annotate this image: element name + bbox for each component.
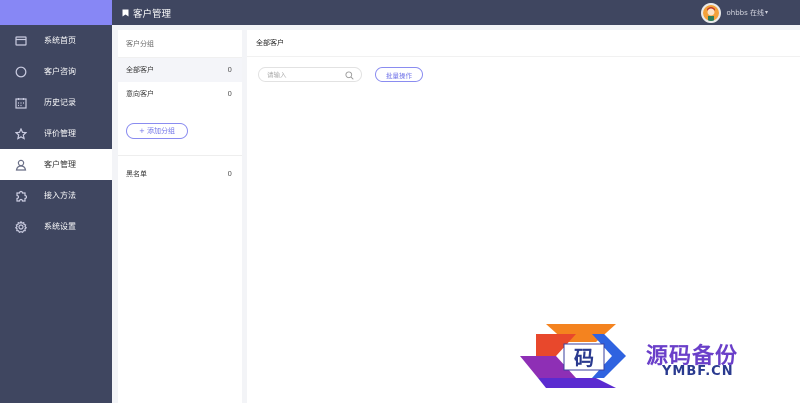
sidebar-item-home[interactable]: 系统首页: [0, 25, 112, 56]
user-menu[interactable]: ohbbs 在线 ▾: [700, 2, 768, 23]
gear-icon: [14, 220, 28, 234]
search-input[interactable]: [267, 70, 337, 79]
watermark-logo: 码 源码备份 YMBF.CN: [516, 320, 776, 392]
sidebar-item-label: 系统设置: [44, 222, 76, 231]
user-icon: [14, 158, 28, 172]
top-bar: 客户管理 ohbbs 在线 ▾: [112, 0, 800, 25]
bookmark-icon: [122, 9, 129, 16]
user-name: ohbbs 在线: [726, 8, 764, 17]
sidebar-item-consult[interactable]: 客户咨询: [0, 56, 112, 87]
sidebar-item-label: 评价管理: [44, 129, 76, 138]
group-count: 0: [227, 66, 232, 74]
group-name: 黑名单: [126, 170, 147, 178]
sidebar-item-label: 客户咨询: [44, 67, 76, 76]
sidebar-item-label: 客户管理: [44, 160, 76, 169]
sidebar: 系统首页 客户咨询 历史记录 评价管理 客户管理 接入方法 系统设置: [0, 0, 112, 403]
group-count: 0: [227, 170, 232, 178]
avatar[interactable]: [700, 2, 721, 23]
sidebar-item-label: 历史记录: [44, 98, 76, 107]
customer-group-panel: 客户分组 全部客户 0 意向客户 0 + 添加分组 黑名单 0: [118, 30, 242, 403]
group-item-blacklist[interactable]: 黑名单 0: [118, 162, 242, 186]
page-title: 客户管理: [133, 8, 172, 20]
watermark-emblem: 码: [520, 324, 626, 388]
search-box: [258, 67, 362, 82]
group-count: 0: [227, 90, 232, 98]
sidebar-brand: [0, 0, 112, 25]
toolbar: 批量操作: [258, 67, 800, 82]
window-icon: [14, 34, 28, 48]
sidebar-item-customers[interactable]: 客户管理: [0, 149, 112, 180]
sidebar-item-label: 系统首页: [44, 36, 76, 45]
calendar-icon: [14, 96, 28, 110]
chat-circle-icon: [14, 65, 28, 79]
group-name: 全部客户: [126, 66, 154, 74]
group-name: 意向客户: [126, 90, 154, 98]
chevron-down-icon: ▾: [764, 9, 768, 16]
add-group-section: + 添加分组: [118, 106, 242, 156]
sidebar-item-integration[interactable]: 接入方法: [0, 180, 112, 211]
sidebar-item-history[interactable]: 历史记录: [0, 87, 112, 118]
sidebar-item-reviews[interactable]: 评价管理: [0, 118, 112, 149]
watermark-domain: YMBF.CN: [662, 364, 734, 379]
group-panel-title: 客户分组: [118, 30, 242, 58]
group-item-all[interactable]: 全部客户 0: [118, 58, 242, 82]
star-icon: [14, 127, 28, 141]
sidebar-item-label: 接入方法: [44, 191, 76, 200]
puzzle-icon: [14, 189, 28, 203]
avatar-image: [702, 4, 719, 21]
batch-action-button[interactable]: 批量操作: [375, 67, 423, 82]
sidebar-item-settings[interactable]: 系统设置: [0, 211, 112, 242]
section-title: 全部客户: [247, 30, 800, 57]
search-icon[interactable]: [345, 71, 354, 80]
watermark-badge-char: 码: [574, 346, 594, 370]
add-group-button[interactable]: + 添加分组: [126, 122, 188, 139]
group-item-intent[interactable]: 意向客户 0: [118, 82, 242, 106]
